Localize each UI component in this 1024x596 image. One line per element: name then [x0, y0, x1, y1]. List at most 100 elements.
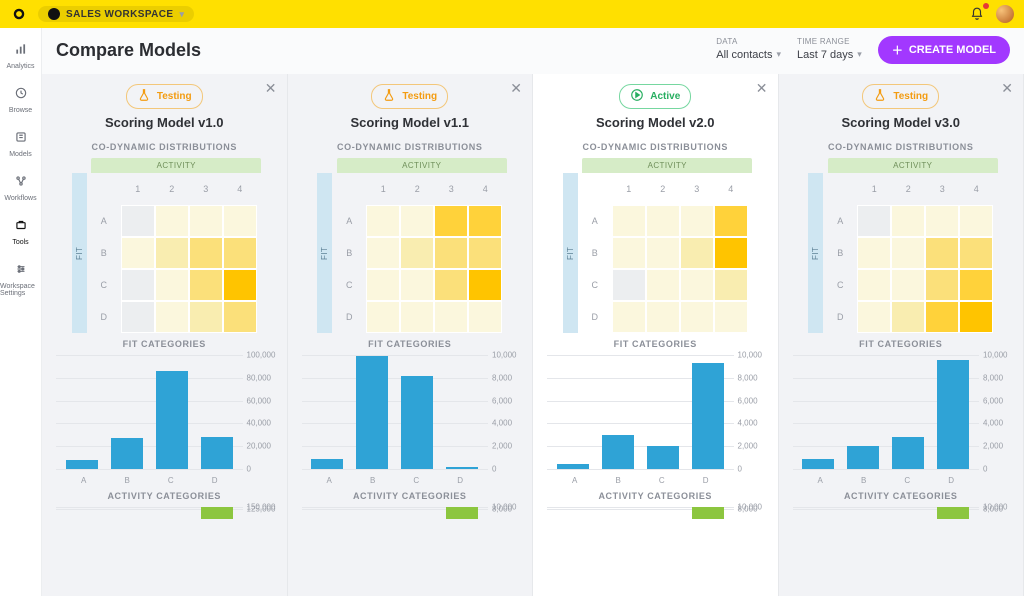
bar	[602, 435, 634, 469]
bar	[201, 437, 233, 469]
sidebar-item-label: Workspace Settings	[0, 283, 41, 297]
close-icon[interactable]: ✕	[265, 80, 277, 97]
close-icon[interactable]: ✕	[510, 80, 522, 97]
status-label: Testing	[893, 91, 928, 102]
y-tick-label: 8,000	[979, 373, 1009, 382]
y-tick-label: 8,000	[488, 373, 518, 382]
x-tick-label: A	[327, 476, 332, 485]
sidebar-item-browse[interactable]: Browse	[0, 80, 41, 120]
y-tick-label: 4,000	[488, 419, 518, 428]
time-range-selector[interactable]: TIME RANGE Last 7 days▾	[797, 37, 862, 64]
x-tick-label: B	[615, 476, 620, 485]
heatmap-cell	[366, 237, 400, 269]
y-tick-label: 10,000	[734, 351, 764, 360]
heatmap-cell	[680, 237, 714, 269]
fit-chart: 10,0008,0006,0004,0002,0000ABCD	[302, 355, 519, 485]
create-model-label: CREATE MODEL	[909, 44, 996, 56]
model-panel: ✕TestingScoring Model v1.1CO-DYNAMIC DIS…	[288, 74, 534, 596]
heatmap-cell	[468, 237, 502, 269]
workspace-selector[interactable]: SALES WORKSPACE ▾	[38, 6, 194, 22]
sidebar-item-workflows[interactable]: Workflows	[0, 168, 41, 208]
y-tick-label: 2,000	[734, 442, 764, 451]
heatmap-cell	[434, 205, 468, 237]
heatmap-col-header: 2	[891, 173, 925, 205]
data-selector[interactable]: DATA All contacts▾	[716, 37, 781, 64]
heatmap-col-header: 4	[714, 173, 748, 205]
y-tick-label: 6,000	[979, 396, 1009, 405]
section-title-codynamic: CO-DYNAMIC DISTRIBUTIONS	[543, 142, 768, 152]
heatmap-cell	[223, 301, 257, 333]
heatmap-cell	[714, 301, 748, 333]
bar	[201, 507, 233, 519]
y-tick-label: 8,000	[734, 505, 764, 514]
heatmap-cell	[223, 237, 257, 269]
main-header: Compare Models DATA All contacts▾ TIME R…	[42, 28, 1024, 74]
section-title-codynamic: CO-DYNAMIC DISTRIBUTIONS	[52, 142, 277, 152]
heatmap-cell	[646, 237, 680, 269]
sidebar-item-workspace-settings[interactable]: Workspace Settings	[0, 256, 41, 303]
y-tick-label: 4,000	[734, 419, 764, 428]
sidebar: AnalyticsBrowse Models WorkflowsTools Works…	[0, 28, 42, 596]
heatmap-row-header: A	[578, 205, 612, 237]
bar	[156, 371, 188, 469]
y-tick-label: 100,000	[243, 351, 273, 360]
heatmap-cell	[646, 205, 680, 237]
close-icon[interactable]: ✕	[1001, 80, 1013, 97]
heatmap-cell	[646, 301, 680, 333]
heatmap-row-header: A	[87, 205, 121, 237]
fit-chart: 10,0008,0006,0004,0002,0000ABCD	[547, 355, 764, 485]
heatmap-row-header: D	[87, 301, 121, 333]
status-label: Testing	[157, 91, 192, 102]
heatmap-col-header: 1	[612, 173, 646, 205]
notification-badge	[983, 3, 989, 9]
sidebar-item-analytics[interactable]: Analytics	[0, 36, 41, 76]
x-tick-label: C	[168, 476, 174, 485]
heatmap-row-header: C	[578, 269, 612, 301]
compare-panels: ✕ Testing Scoring Model v1.0 CO-DYNAMIC DIS…	[42, 74, 1024, 596]
heatmap-cell	[891, 269, 925, 301]
heatmap-cell	[155, 237, 189, 269]
create-model-button[interactable]: ＋ CREATE MODEL	[878, 36, 1010, 64]
section-title-fit: FIT CATEGORIES	[789, 339, 1014, 349]
x-tick-label: D	[703, 476, 709, 485]
sidebar-item-label: Models	[9, 151, 32, 158]
section-title-fit: FIT CATEGORIES	[543, 339, 768, 349]
activity-chart: 10,0008,000	[547, 507, 764, 535]
y-tick-label: 20,000	[243, 442, 273, 451]
heatmap-cell	[680, 301, 714, 333]
heatmap-cell	[959, 205, 993, 237]
heatmap-col-header: 1	[366, 173, 400, 205]
heatmap-activity-label: ACTIVITY	[582, 158, 752, 173]
heatmap-cell	[925, 205, 959, 237]
y-tick-label: 0	[734, 465, 764, 474]
bar	[111, 438, 143, 469]
heatmap-cell	[857, 205, 891, 237]
heatmap-row-header: B	[87, 237, 121, 269]
chevron-down-icon: ▾	[776, 49, 781, 60]
heatmap-cell	[400, 205, 434, 237]
heatmap-cell	[121, 205, 155, 237]
heatmap-cell	[612, 269, 646, 301]
y-tick-label: 8,000	[488, 505, 518, 514]
model-title: Scoring Model v1.0	[52, 115, 277, 130]
heatmap-row-header: D	[823, 301, 857, 333]
bar	[647, 446, 679, 469]
activity-chart: 10,0008,000	[793, 507, 1010, 535]
avatar[interactable]	[996, 5, 1014, 23]
y-tick-label: 6,000	[488, 396, 518, 405]
bar	[446, 507, 478, 519]
data-selector-value: All contacts	[716, 49, 772, 61]
sidebar-item-models[interactable]: Models	[0, 124, 41, 164]
close-icon[interactable]: ✕	[756, 80, 768, 97]
status-pill: Testing	[126, 84, 203, 109]
y-tick-label: 40,000	[243, 419, 273, 428]
heatmap-cell	[155, 301, 189, 333]
notifications-icon[interactable]	[968, 5, 986, 23]
x-tick-label: D	[212, 476, 218, 485]
heatmap-row-header: C	[823, 269, 857, 301]
heatmap-fit-label: FIT	[808, 173, 823, 333]
y-tick-label: 60,000	[243, 396, 273, 405]
heatmap-cell	[925, 237, 959, 269]
sidebar-item-tools[interactable]: Tools	[0, 212, 41, 252]
x-tick-label: D	[457, 476, 463, 485]
